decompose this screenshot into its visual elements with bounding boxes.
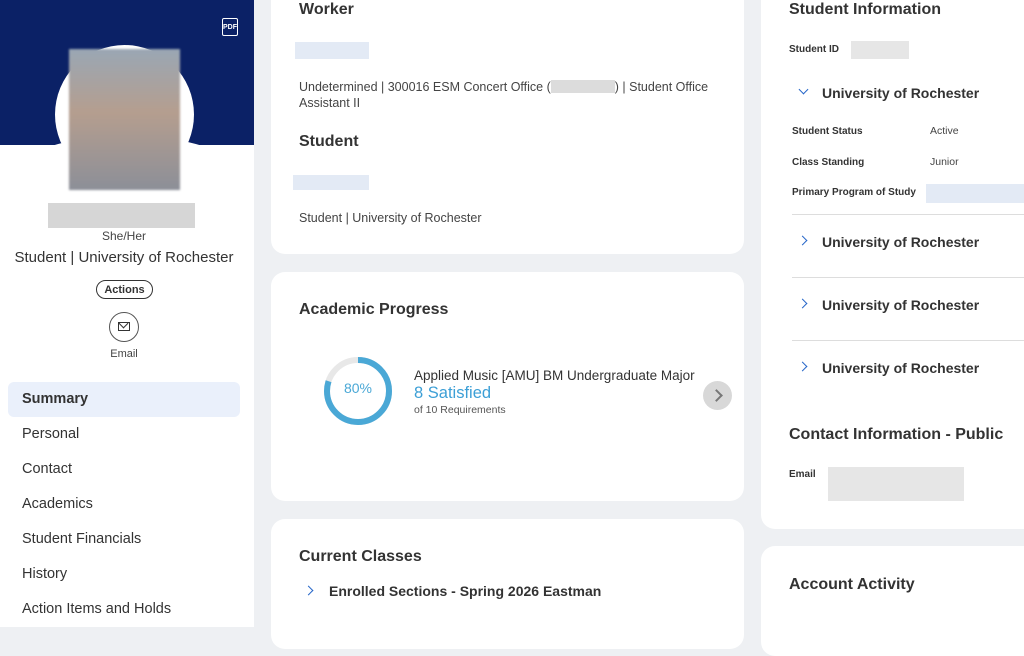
student-information-heading: Student Information (789, 1, 941, 18)
divider (792, 214, 1024, 215)
primary-program-label: Primary Program of Study (792, 187, 916, 198)
redacted-org (550, 80, 615, 93)
requirements-count: of 10 Requirements (414, 404, 506, 416)
divider (792, 277, 1024, 278)
redacted-student-name (293, 175, 369, 190)
redacted-name (48, 203, 195, 228)
enrolled-sections-link[interactable]: Enrolled Sections - Spring 2026 Eastman (329, 583, 601, 599)
sidebar-nav: Summary Personal Contact Academics Stude… (8, 382, 240, 627)
university-collapsed-1[interactable]: University of Rochester (822, 234, 979, 250)
nav-item-contact[interactable]: Contact (8, 452, 240, 487)
email-label: Email (110, 348, 138, 360)
redacted-email (828, 467, 964, 501)
worker-heading: Worker (299, 1, 354, 18)
contact-information-heading: Contact Information - Public (789, 426, 1004, 443)
student-id-label: Student ID (789, 44, 839, 55)
profile-sidebar: PDF She/Her Student | University of Roch… (0, 0, 254, 627)
divider (792, 340, 1024, 341)
nav-item-action-items-holds[interactable]: Action Items and Holds (8, 592, 240, 627)
progress-percent: 80% (343, 380, 373, 396)
pronouns: She/Her (101, 229, 147, 243)
class-standing-value: Junior (930, 156, 959, 168)
satisfied-count: 8 Satisfied (414, 384, 492, 402)
student-status-value: Active (930, 125, 959, 137)
email-button[interactable] (109, 312, 139, 342)
actions-button[interactable]: Actions (96, 280, 153, 299)
nav-item-academics[interactable]: Academics (8, 487, 240, 522)
nav-item-summary[interactable]: Summary (8, 382, 240, 417)
university-expanded[interactable]: University of Rochester (822, 85, 979, 101)
worker-detail: Undetermined | 300016 ESM Concert Office… (299, 80, 709, 110)
nav-item-personal[interactable]: Personal (8, 417, 240, 452)
contact-email-label: Email (789, 469, 816, 480)
student-heading: Student (299, 133, 359, 150)
next-arrow-button[interactable] (703, 381, 732, 410)
academic-progress-heading: Academic Progress (299, 301, 449, 318)
redacted-worker-name (295, 42, 369, 59)
envelope-icon (118, 322, 130, 331)
student-status-label: Student Status (792, 126, 863, 137)
pdf-icon[interactable]: PDF (222, 18, 238, 36)
university-collapsed-3[interactable]: University of Rochester (822, 360, 979, 376)
nav-item-student-financials[interactable]: Student Financials (8, 522, 240, 557)
current-classes-heading: Current Classes (299, 548, 422, 565)
redacted-student-id (851, 41, 909, 59)
program-title: Applied Music [AMU] BM Undergraduate Maj… (414, 368, 695, 383)
student-detail: Student | University of Rochester (299, 211, 482, 225)
university-collapsed-2[interactable]: University of Rochester (822, 297, 979, 313)
avatar (69, 49, 180, 190)
nav-item-history[interactable]: History (8, 557, 240, 592)
account-activity-card (761, 546, 1024, 656)
profile-role: Student | University of Rochester (14, 249, 234, 266)
redacted-program (926, 184, 1024, 203)
class-standing-label: Class Standing (792, 157, 865, 168)
student-information-card (761, 0, 1024, 529)
account-activity-heading: Account Activity (789, 576, 915, 593)
